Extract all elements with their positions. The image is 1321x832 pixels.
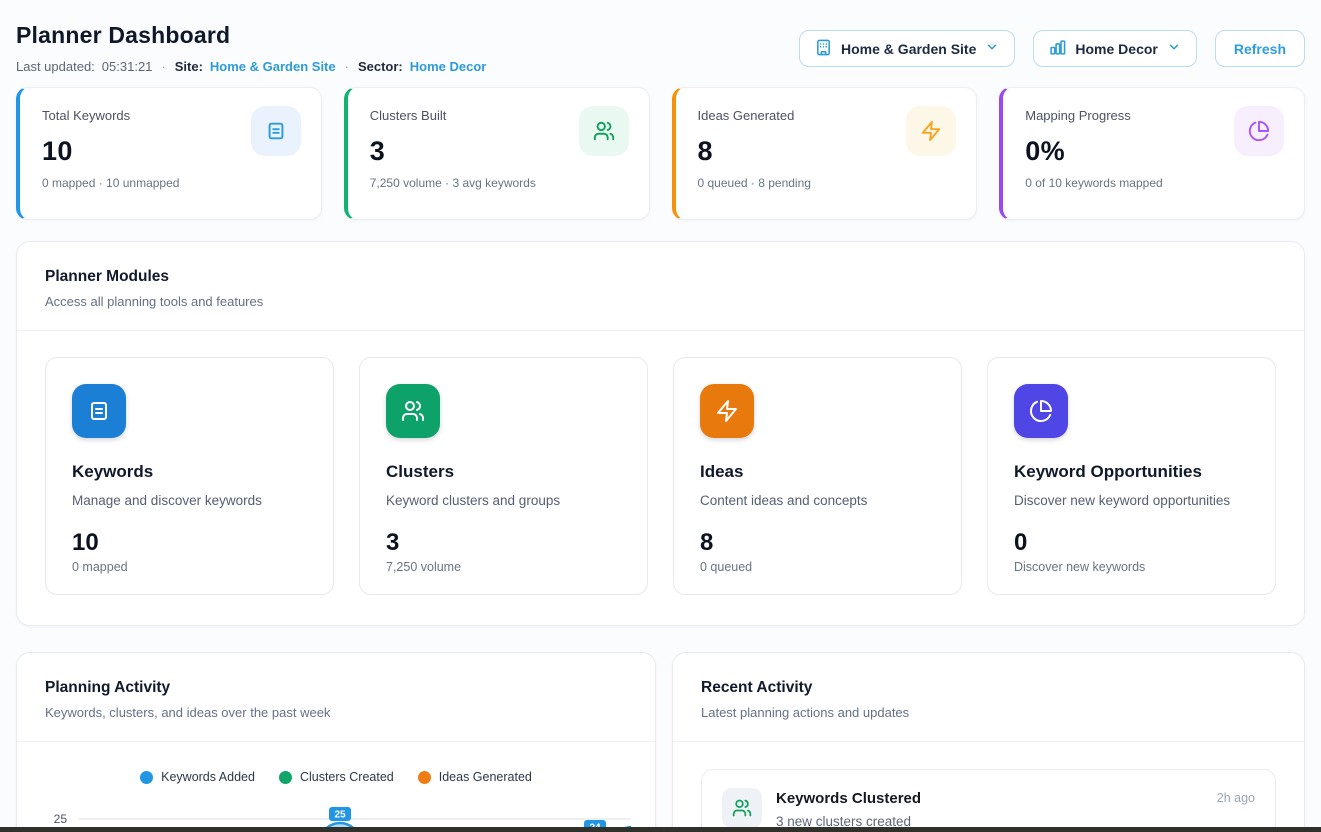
module-detail: 0 mapped [72, 560, 307, 574]
module-title: Ideas [700, 462, 935, 482]
stats-row: Total Keywords 10 0 mapped · 10 unmapped… [16, 87, 1305, 220]
document-icon [72, 384, 126, 438]
feed-item-title: Keywords Clustered [776, 790, 1203, 807]
planning-activity-panel: Planning Activity Keywords, clusters, an… [16, 652, 656, 832]
module-card-clusters[interactable]: Clusters Keyword clusters and groups 3 7… [359, 357, 648, 595]
document-icon [251, 106, 301, 156]
data-label-badge: 25 [329, 807, 351, 821]
module-title: Keywords [72, 462, 307, 482]
bottom-edge-bar [0, 827, 1321, 832]
planning-activity-subtitle: Keywords, clusters, and ideas over the p… [45, 705, 627, 720]
title-block: Planner Dashboard Last updated: 05:31:21… [16, 22, 486, 74]
users-icon [386, 384, 440, 438]
module-card-keyword-opportunities[interactable]: Keyword Opportunities Discover new keywo… [987, 357, 1276, 595]
planner-dashboard-page: Planner Dashboard Last updated: 05:31:21… [0, 0, 1321, 832]
planner-modules-panel: Planner Modules Access all planning tool… [16, 241, 1305, 626]
sector-selector-value: Home Decor [1075, 41, 1157, 57]
meta-separator: · [343, 59, 351, 74]
modules-panel-title: Planner Modules [45, 268, 1276, 286]
legend-label: Keywords Added [161, 770, 255, 784]
legend-item-ideas-generated: Ideas Generated [418, 770, 532, 784]
bottom-row: Planning Activity Keywords, clusters, an… [16, 652, 1305, 832]
chart-plot-area: 25 25 [41, 792, 631, 832]
recent-activity-subtitle: Latest planning actions and updates [701, 705, 1276, 720]
legend-item-clusters-created: Clusters Created [279, 770, 394, 784]
module-card-ideas[interactable]: Ideas Content ideas and concepts 8 0 que… [673, 357, 962, 595]
module-value: 3 [386, 529, 621, 557]
last-updated-label: Last updated: [16, 59, 95, 74]
recent-activity-panel: Recent Activity Latest planning actions … [672, 652, 1305, 832]
meta-separator: · [159, 59, 167, 74]
building-icon [815, 39, 832, 59]
stat-detail: 0 of 10 keywords mapped [1025, 176, 1282, 190]
module-detail: 0 queued [700, 560, 935, 574]
stat-card-mapping-progress: Mapping Progress 0% 0 of 10 keywords map… [999, 87, 1305, 220]
planning-activity-title: Planning Activity [45, 679, 627, 697]
activity-feed: Keywords Clustered 3 new clusters create… [673, 742, 1304, 832]
site-selector-value: Home & Garden Site [841, 41, 976, 57]
svg-text:25: 25 [334, 810, 346, 821]
module-detail: Discover new keywords [1014, 560, 1249, 574]
module-description: Keyword clusters and groups [386, 493, 621, 508]
pie-chart-icon [1014, 384, 1068, 438]
users-icon [579, 106, 629, 156]
recent-activity-header: Recent Activity Latest planning actions … [673, 653, 1304, 742]
lightning-icon [700, 384, 754, 438]
modules-grid: Keywords Manage and discover keywords 10… [17, 331, 1304, 625]
planning-activity-header: Planning Activity Keywords, clusters, an… [17, 653, 655, 742]
module-title: Clusters [386, 462, 621, 482]
topbar: Planner Dashboard Last updated: 05:31:21… [16, 0, 1305, 74]
module-description: Content ideas and concepts [700, 493, 935, 508]
module-value: 8 [700, 529, 935, 557]
site-label: Site: [175, 59, 203, 74]
stat-card-ideas-generated: Ideas Generated 8 0 queued · 8 pending [672, 87, 978, 220]
module-value: 0 [1014, 529, 1249, 557]
site-selector-dropdown[interactable]: Home & Garden Site [799, 30, 1015, 67]
recent-activity-title: Recent Activity [701, 679, 1276, 697]
page-title: Planner Dashboard [16, 22, 486, 49]
module-description: Manage and discover keywords [72, 493, 307, 508]
legend-dot [140, 771, 153, 784]
modules-panel-subtitle: Access all planning tools and features [45, 294, 1276, 309]
activity-feed-item: Keywords Clustered 3 new clusters create… [701, 769, 1276, 832]
module-card-keywords[interactable]: Keywords Manage and discover keywords 10… [45, 357, 334, 595]
lightning-icon [906, 106, 956, 156]
stat-detail: 7,250 volume · 3 avg keywords [370, 176, 627, 190]
header-controls: Home & Garden Site Home Decor Refresh [799, 30, 1305, 67]
site-link[interactable]: Home & Garden Site [210, 59, 336, 74]
module-value: 10 [72, 529, 307, 557]
stat-detail: 0 mapped · 10 unmapped [42, 176, 299, 190]
keywords-added-area-chart: 25 24 [79, 792, 631, 832]
activity-chart: Keywords Added Clusters Created Ideas Ge… [17, 742, 655, 832]
legend-dot [418, 771, 431, 784]
pie-chart-icon [1234, 106, 1284, 156]
chevron-down-icon [985, 40, 999, 57]
feed-item-timestamp: 2h ago [1217, 791, 1255, 829]
legend-dot [279, 771, 292, 784]
stat-card-clusters-built: Clusters Built 3 7,250 volume · 3 avg ke… [344, 87, 650, 220]
y-axis-tick: 25 [41, 812, 79, 826]
bar-chart-icon [1049, 39, 1066, 59]
last-updated-value: 05:31:21 [102, 59, 153, 74]
legend-label: Ideas Generated [439, 770, 532, 784]
legend-label: Clusters Created [300, 770, 394, 784]
feed-item-body: Keywords Clustered 3 new clusters create… [776, 788, 1203, 829]
sector-link[interactable]: Home Decor [410, 59, 487, 74]
users-icon [722, 788, 762, 828]
sector-selector-dropdown[interactable]: Home Decor [1033, 30, 1196, 67]
legend-item-keywords-added: Keywords Added [140, 770, 255, 784]
module-description: Discover new keyword opportunities [1014, 493, 1249, 508]
sector-label: Sector: [358, 59, 403, 74]
chart-legend: Keywords Added Clusters Created Ideas Ge… [41, 770, 631, 784]
header-meta: Last updated: 05:31:21 · Site: Home & Ga… [16, 59, 486, 74]
stat-detail: 0 queued · 8 pending [698, 176, 955, 190]
refresh-button[interactable]: Refresh [1215, 30, 1305, 67]
chevron-down-icon [1167, 40, 1181, 57]
modules-panel-header: Planner Modules Access all planning tool… [17, 242, 1304, 331]
module-detail: 7,250 volume [386, 560, 621, 574]
stat-card-total-keywords: Total Keywords 10 0 mapped · 10 unmapped [16, 87, 322, 220]
module-title: Keyword Opportunities [1014, 462, 1249, 482]
